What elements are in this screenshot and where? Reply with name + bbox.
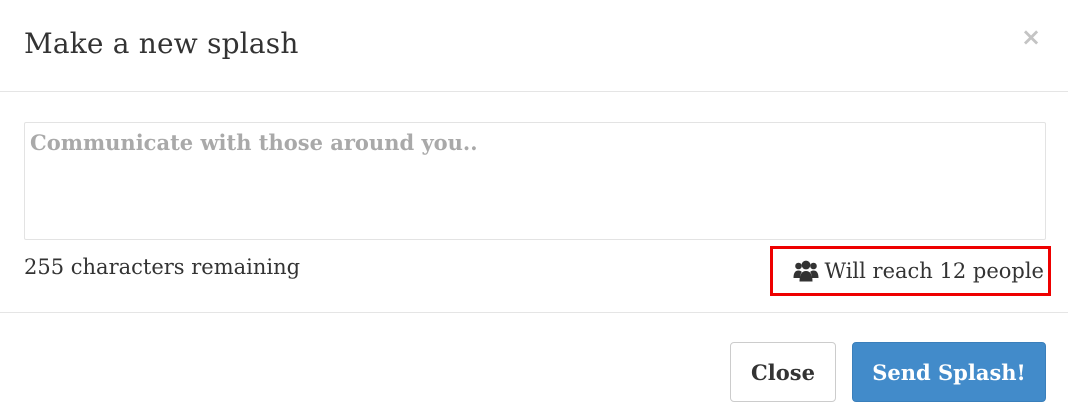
splash-message-input[interactable] xyxy=(24,122,1046,240)
reach-text: Will reach 12 people xyxy=(824,259,1045,283)
characters-remaining-counter: 255 characters remaining xyxy=(24,255,301,279)
users-icon xyxy=(793,260,818,282)
modal-footer: Close Send Splash! xyxy=(0,313,1068,420)
close-button[interactable]: Close xyxy=(730,342,836,402)
modal-header: Make a new splash × xyxy=(0,0,1068,92)
splash-modal: Make a new splash × 255 characters remai… xyxy=(0,0,1068,420)
reach-indicator: Will reach 12 people xyxy=(770,246,1051,296)
send-splash-button[interactable]: Send Splash! xyxy=(852,342,1046,402)
close-icon[interactable]: × xyxy=(1020,24,1042,50)
modal-title: Make a new splash xyxy=(24,27,299,60)
modal-body: 255 characters remaining Will reach 12 p… xyxy=(0,92,1068,313)
